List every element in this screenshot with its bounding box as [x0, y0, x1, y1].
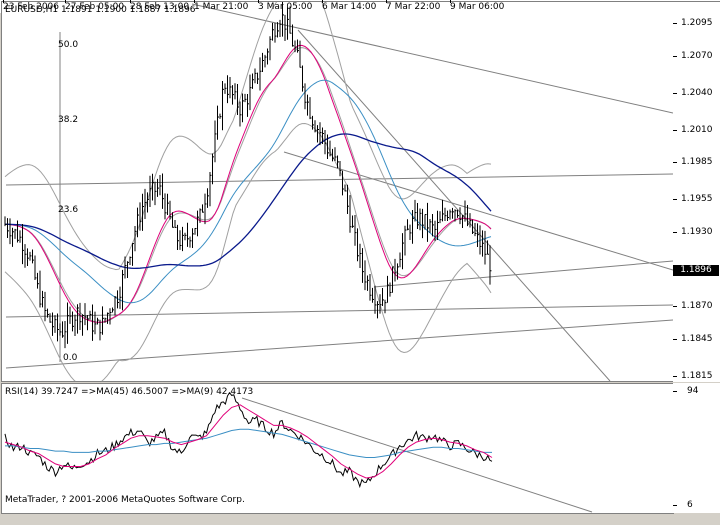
price-label: 1.2095	[681, 18, 713, 28]
fibo-level-23: 23.6	[58, 205, 79, 215]
rsi-line	[4, 391, 493, 489]
bollinger-lower-band	[4, 122, 492, 381]
price-tick	[673, 23, 677, 24]
time-label: 23 Feb 2006	[3, 2, 60, 12]
trend-line	[191, 3, 673, 114]
fibo-level-50: 50.0	[58, 40, 79, 50]
trend-line	[5, 319, 673, 369]
chart-window: EURUSD,H1 1.1891 1.1900 1.1887 1.1896 50…	[0, 0, 720, 525]
price-label: 1.1985	[681, 157, 713, 167]
time-label: 7 Mar 22:00	[386, 2, 441, 12]
ma-slow-line	[5, 133, 492, 270]
fibo-level-38: 38.2	[58, 115, 79, 125]
fibo-level-0: 0.0	[63, 353, 78, 363]
trend-line	[283, 151, 673, 271]
time-label: 27 Feb 05:00	[65, 2, 125, 12]
price-tick	[673, 339, 677, 340]
time-label: 6 Mar 14:00	[322, 2, 377, 12]
rsi-axis: 94 6	[673, 383, 720, 513]
price-tick	[673, 306, 677, 307]
price-tick	[673, 130, 677, 131]
current-price-marker: 1.1896	[673, 265, 719, 276]
rsi-tick	[673, 505, 677, 506]
rsi-axis-min: 6	[687, 500, 693, 510]
price-tick	[673, 56, 677, 57]
time-label: 9 Mar 06:00	[450, 2, 505, 12]
price-label: 1.2010	[681, 125, 713, 135]
price-label: 1.2070	[681, 51, 713, 61]
price-label: 1.1815	[681, 371, 713, 381]
copyright-company: MetaQuotes Software Corp.	[120, 495, 245, 505]
rsi-header: RSI(14) 39.7247 =>MA(45) 46.5007 =>MA(9)…	[5, 387, 254, 397]
price-chart-pane[interactable]: EURUSD,H1 1.1891 1.1900 1.1887 1.1896 50…	[1, 1, 674, 382]
price-label: 1.1845	[681, 334, 713, 344]
price-tick	[673, 232, 677, 233]
time-label: 3 Mar 05:00	[258, 2, 313, 12]
price-label: 1.1955	[681, 194, 713, 204]
price-label: 1.1870	[681, 301, 713, 311]
rsi-indicator-pane[interactable]: RSI(14) 39.7247 =>MA(45) 46.5007 =>MA(9)…	[1, 383, 674, 514]
price-label: 1.1930	[681, 227, 713, 237]
price-axis: 1.2095 1.2070 1.2040 1.2010 1.1985 1.195…	[673, 1, 720, 382]
time-label: 1 Mar 21:00	[194, 2, 249, 12]
price-chart-canvas[interactable]	[2, 2, 673, 381]
rsi-ma45-line	[5, 428, 492, 458]
price-tick	[673, 162, 677, 163]
rsi-trend-line	[241, 397, 593, 513]
rsi-chart-canvas[interactable]	[2, 384, 673, 513]
trend-line	[5, 304, 673, 318]
time-label: 28 Feb 13:00	[130, 2, 190, 12]
price-tick	[673, 93, 677, 94]
price-tick	[673, 376, 677, 377]
price-tick	[673, 199, 677, 200]
copyright-text: MetaTrader, ? 2001-2006 MetaQuotes Softw…	[5, 495, 245, 505]
rsi-tick	[673, 391, 677, 392]
rsi-axis-max: 94	[687, 386, 699, 396]
price-label: 1.2040	[681, 88, 713, 98]
